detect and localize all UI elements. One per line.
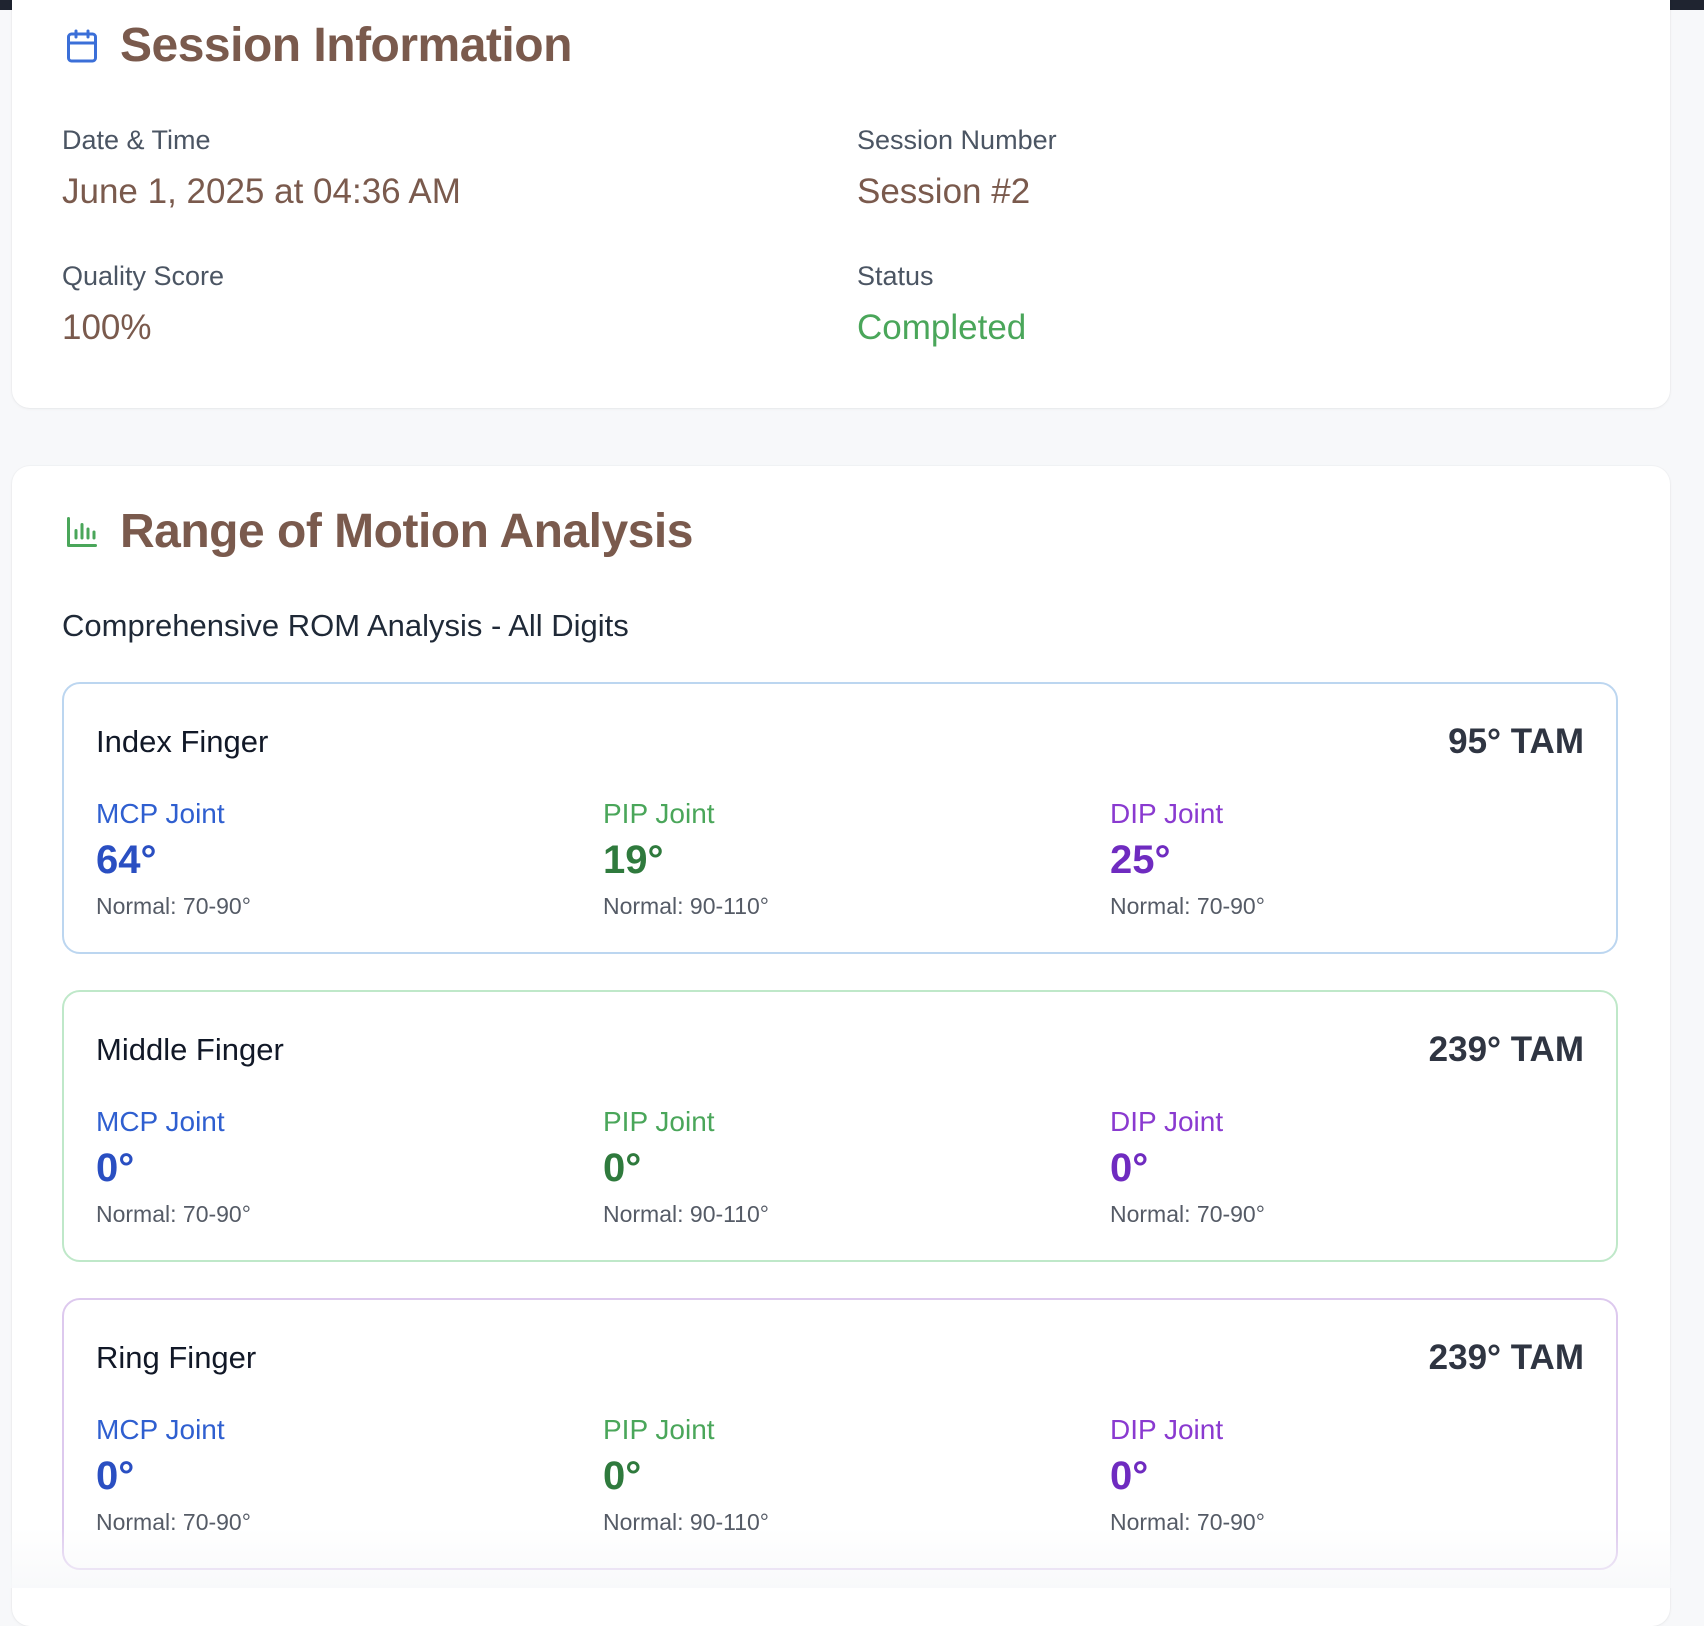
joint-label: DIP Joint	[1110, 1106, 1224, 1137]
bar-chart-icon	[62, 512, 102, 552]
joint-mcp: MCP Joint 0° Normal: 70-90°	[96, 1414, 251, 1536]
joint-label: PIP Joint	[603, 1414, 715, 1445]
joint-normal-range: Normal: 70-90°	[1110, 1509, 1265, 1535]
joint-value: 64°	[96, 838, 157, 882]
joint-normal-range: Normal: 90-110°	[603, 1509, 770, 1535]
joint-label: MCP Joint	[96, 1106, 225, 1137]
joint-normal-range: Normal: 70-90°	[96, 893, 251, 919]
finger-card-middle: Middle Finger 239° TAM MCP Joint 0° Norm…	[62, 990, 1618, 1262]
session-number-value: Session #2	[857, 172, 1031, 211]
finger-card-index: Index Finger 95° TAM MCP Joint 64° Norma…	[62, 682, 1618, 954]
finger-tam: 239° TAM	[1428, 1338, 1584, 1377]
calendar-icon	[62, 26, 102, 66]
joint-value: 0°	[603, 1454, 642, 1498]
joint-label: DIP Joint	[1110, 798, 1224, 829]
joint-dip: DIP Joint 0° Normal: 70-90°	[1110, 1414, 1265, 1536]
status-value: Completed	[857, 308, 1027, 347]
rom-subtitle: Comprehensive ROM Analysis - All Digits	[62, 608, 629, 643]
joint-pip: PIP Joint 19° Normal: 90-110°	[603, 798, 769, 920]
joint-mcp: MCP Joint 0° Normal: 70-90°	[96, 1106, 251, 1228]
joint-label: MCP Joint	[96, 798, 225, 829]
joint-normal-range: Normal: 90-110°	[603, 1201, 770, 1227]
joint-mcp: MCP Joint 64° Normal: 70-90°	[96, 798, 251, 920]
date-time-label: Date & Time	[62, 125, 211, 155]
joint-label: MCP Joint	[96, 1414, 225, 1445]
quality-score-field: Quality Score 100%	[62, 261, 224, 348]
session-info-title: Session Information	[120, 19, 572, 72]
rom-analysis-card: Range of Motion Analysis Comprehensive R…	[12, 466, 1670, 1626]
joint-value: 0°	[1110, 1146, 1149, 1190]
joint-value: 25°	[1110, 838, 1171, 882]
joint-normal-range: Normal: 90-110°	[603, 893, 770, 919]
joint-label: PIP Joint	[603, 1106, 715, 1137]
joint-value: 0°	[603, 1146, 642, 1190]
joint-dip: DIP Joint 25° Normal: 70-90°	[1110, 798, 1265, 920]
status-field: Status Completed	[857, 261, 1026, 348]
joint-label: PIP Joint	[603, 798, 715, 829]
joint-dip: DIP Joint 0° Normal: 70-90°	[1110, 1106, 1265, 1228]
session-number-label: Session Number	[857, 125, 1057, 155]
quality-score-value: 100%	[62, 308, 152, 347]
finger-name: Middle Finger	[96, 1032, 284, 1067]
joint-normal-range: Normal: 70-90°	[1110, 893, 1265, 919]
status-label: Status	[857, 261, 934, 291]
joint-label: DIP Joint	[1110, 1414, 1224, 1445]
rom-heading: Range of Motion Analysis	[62, 504, 693, 559]
joint-normal-range: Normal: 70-90°	[96, 1201, 251, 1227]
session-number-field: Session Number Session #2	[857, 125, 1057, 212]
joint-pip: PIP Joint 0° Normal: 90-110°	[603, 1414, 769, 1536]
joint-value: 0°	[1110, 1454, 1149, 1498]
date-time-field: Date & Time June 1, 2025 at 04:36 AM	[62, 125, 461, 212]
date-time-value: June 1, 2025 at 04:36 AM	[62, 172, 461, 211]
joint-normal-range: Normal: 70-90°	[1110, 1201, 1265, 1227]
finger-tam: 239° TAM	[1428, 1030, 1584, 1069]
rom-title: Range of Motion Analysis	[120, 505, 693, 558]
finger-name: Ring Finger	[96, 1340, 257, 1375]
finger-name: Index Finger	[96, 724, 269, 759]
finger-tam: 95° TAM	[1448, 722, 1584, 761]
joint-value: 0°	[96, 1454, 135, 1498]
joint-pip: PIP Joint 0° Normal: 90-110°	[603, 1106, 769, 1228]
joint-value: 0°	[96, 1146, 135, 1190]
session-info-card: Session Information Date & Time June 1, …	[12, 0, 1670, 408]
quality-score-label: Quality Score	[62, 261, 225, 291]
joint-normal-range: Normal: 70-90°	[96, 1509, 251, 1535]
joint-value: 19°	[603, 838, 664, 882]
finger-card-ring: Ring Finger 239° TAM MCP Joint 0° Normal…	[62, 1298, 1618, 1570]
session-info-heading: Session Information	[62, 18, 572, 73]
